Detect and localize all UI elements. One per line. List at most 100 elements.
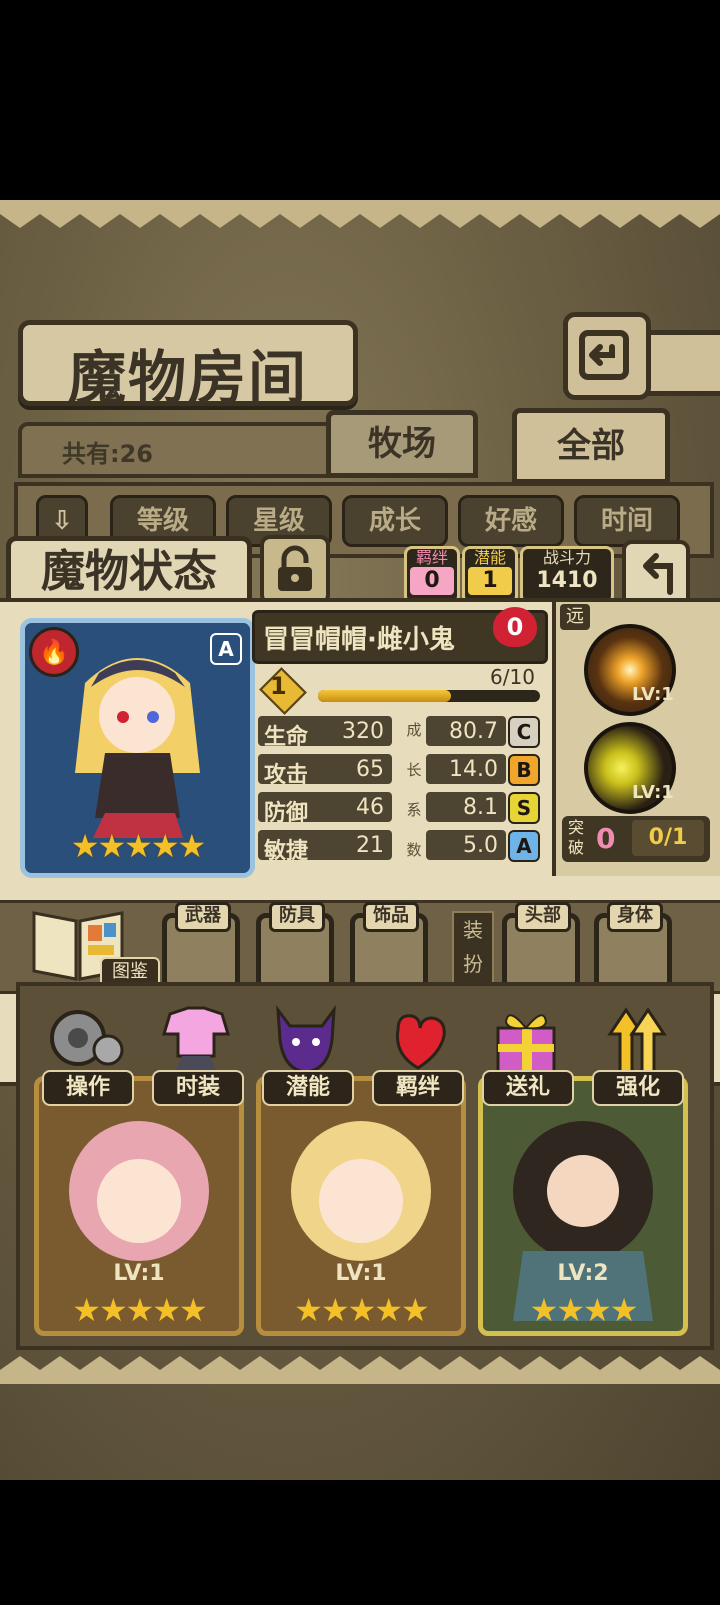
growth-label-char: 长 (406, 761, 422, 779)
body-slot[interactable]: 身体 (594, 902, 672, 991)
skill-column: 远 LV:1 LV:1 突破 0 0/1 (552, 602, 720, 876)
card-level: LV:2 (557, 1261, 609, 1286)
growth-label-char: 系 (406, 801, 422, 819)
tab-ranch[interactable]: 牧场 (326, 410, 478, 478)
gift-button[interactable]: 送礼 (478, 1000, 574, 1106)
bottom-zigzag-border (0, 1356, 720, 1384)
action-bar: 操作 时装 潜能 羁绊 送礼 强化 (0, 1000, 720, 1110)
page-title: 魔物房间 (67, 344, 308, 412)
grade-badge: B (508, 754, 540, 786)
bond-value: 0 (410, 567, 454, 595)
back-button[interactable] (563, 312, 651, 400)
costume-button[interactable]: 时装 (148, 1000, 244, 1106)
accessory-slot-label: 饰品 (363, 902, 419, 932)
affection-heart: 0 (493, 607, 537, 647)
rank-badge: A (210, 633, 242, 665)
sort-affection[interactable]: 好感 (458, 495, 564, 547)
card-stars: ★★★★ (529, 1291, 639, 1329)
stat-growth: 14.0 (449, 757, 498, 782)
stat-value: 320 (342, 719, 384, 744)
operate-label: 操作 (42, 1070, 134, 1106)
bond-mini-stat: 羁绊 0 (404, 546, 460, 604)
growth-label-char: 数 (406, 841, 422, 859)
total-count-bar: 共有:26 (18, 422, 336, 478)
accessory-slot[interactable]: 饰品 (350, 902, 428, 991)
weapon-slot-label: 武器 (175, 902, 231, 932)
skill-1-level: LV:1 (632, 684, 674, 705)
grade-badge: A (508, 830, 540, 862)
costume-label: 时装 (152, 1070, 244, 1106)
stat-growth: 5.0 (463, 833, 498, 858)
skill-2-button[interactable]: LV:1 (584, 722, 676, 814)
monster-portrait-card: 🔥 A ★★★★★ (20, 618, 255, 878)
dress-up-button[interactable]: 装扮 (452, 911, 494, 985)
bond-label: 羁绊 (372, 1070, 464, 1106)
return-icon (579, 330, 629, 380)
weapon-slot[interactable]: 武器 (162, 902, 240, 991)
game-screen: 魔物房间 共有:26 牧场 全部 ⇩ 等级 星级 成长 好感 时间 魔物状态 羁… (0, 200, 720, 1480)
enhance-label: 强化 (592, 1070, 684, 1106)
breakthrough-box: 突破 0 0/1 (562, 816, 710, 862)
stat-label: 攻击 (264, 763, 309, 788)
card-level: LV:1 (335, 1261, 387, 1286)
grade-badge: C (508, 716, 540, 748)
breakthrough-progress: 0/1 (632, 820, 704, 856)
head-slot[interactable]: 头部 (502, 902, 580, 991)
card-stars: ★★★★★ (72, 1291, 207, 1329)
encyclopedia-button[interactable]: 图鉴 (28, 899, 160, 989)
breakthrough-count: 0 (596, 822, 616, 855)
xp-text: 6/10 (490, 665, 535, 689)
hearts-icon (395, 1014, 446, 1070)
shadow-demon-icon (276, 1005, 336, 1074)
stat-label: 生命 (264, 725, 309, 750)
stat-value: 46 (356, 795, 384, 820)
breakthrough-label: 突破 (568, 818, 585, 857)
growth-label-char: 成 (406, 721, 422, 739)
undo-arrow-icon (643, 553, 673, 595)
tab-all[interactable]: 全部 (512, 408, 670, 484)
stat-row-agility: 敏捷 21 5.0 A (258, 830, 546, 864)
equipment-row: 图鉴 武器 防具 饰品 装扮 头部 身体 (0, 900, 720, 994)
operate-button[interactable]: 操作 (38, 1000, 134, 1106)
potential-button[interactable]: 潜能 (258, 1000, 354, 1106)
potential-label: 潜能 (262, 1070, 354, 1106)
padlock-icon (278, 545, 312, 591)
stat-growth: 8.1 (463, 795, 498, 820)
skill-1-button[interactable]: LV:1 (584, 624, 676, 716)
skill-2-level: LV:1 (632, 782, 674, 803)
stat-label: 敏捷 (264, 839, 309, 864)
gift-icon (496, 1014, 556, 1074)
bond-label: 羁绊 (415, 548, 448, 567)
gift-label: 送礼 (482, 1070, 574, 1106)
xp-bar (318, 690, 540, 702)
gear-icon (50, 1010, 124, 1066)
star-rating: ★★★★★ (70, 827, 206, 865)
stat-row-hp: 生命 320 80.7 C (258, 716, 546, 750)
power-value: 1410 (526, 567, 608, 595)
enhance-button[interactable]: 强化 (588, 1000, 684, 1106)
head-slot-label: 头部 (515, 902, 571, 932)
back-strip (645, 330, 720, 396)
bond-button[interactable]: 羁绊 (368, 1000, 464, 1106)
page-title-plate: 魔物房间 (18, 320, 358, 412)
monster-card[interactable]: LV:1 ★★★★★ (256, 1076, 466, 1336)
range-badge: 远 (560, 604, 590, 630)
armor-slot-label: 防具 (269, 902, 325, 932)
stat-growth: 80.7 (449, 719, 498, 744)
power-label: 战斗力 (542, 548, 591, 567)
potential-label: 潜能 (473, 548, 506, 567)
stat-value: 65 (356, 757, 384, 782)
power-mini-stat: 战斗力 1410 (520, 546, 614, 604)
level-number: 1 (270, 672, 287, 700)
stat-label: 防御 (264, 801, 309, 826)
stat-row-defense: 防御 46 8.1 S (258, 792, 546, 826)
monster-card[interactable]: LV:1 ★★★★★ (34, 1076, 244, 1336)
total-count: 共有:26 (62, 440, 153, 468)
monster-card[interactable]: LV:2 ★★★★ (478, 1076, 688, 1336)
sort-growth[interactable]: 成长 (342, 495, 448, 547)
stat-value: 21 (356, 833, 384, 858)
lock-button[interactable] (260, 535, 330, 605)
armor-slot[interactable]: 防具 (256, 902, 334, 991)
growth-coefficient-label: 成长系数 (403, 710, 425, 870)
xp-bar-fill (318, 690, 452, 702)
